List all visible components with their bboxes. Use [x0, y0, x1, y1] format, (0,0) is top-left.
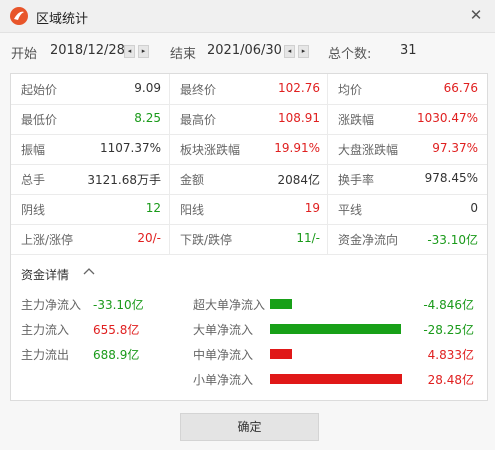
stat-cell: 资金净流向 -33.10亿	[327, 224, 486, 254]
stat-cell: 最终价 102.76	[169, 74, 328, 104]
order-flow-label: 小单净流入	[193, 373, 254, 387]
stat-cell: 振幅 1107.37%	[11, 134, 169, 164]
stat-label: 换手率	[338, 173, 375, 187]
stat-cell: 上涨/涨停 20/-	[11, 224, 169, 254]
start-next-arrow-icon[interactable]: ▸	[138, 45, 149, 58]
order-flow-value: -28.25亿	[423, 323, 474, 337]
stat-value: 20/-	[137, 231, 161, 245]
main-flow-value: -33.10亿	[93, 298, 144, 312]
main-flow-value: 688.9亿	[93, 348, 140, 362]
app-logo-icon	[10, 7, 28, 25]
stat-value: -33.10亿	[427, 233, 478, 247]
stat-value: 102.76	[278, 81, 320, 95]
stats-row: 起始价 9.09 最终价 102.76 均价 66.76	[11, 74, 487, 105]
stat-value: 8.25	[134, 111, 161, 125]
stat-cell: 涨跌幅 1030.47%	[327, 104, 486, 134]
stat-cell: 板块涨跌幅 19.91%	[169, 134, 328, 164]
stat-value: 1107.37%	[99, 141, 161, 155]
stat-label: 平线	[338, 203, 363, 217]
title-bar: 区域统计 ✕	[0, 0, 495, 33]
stat-value: 66.76	[443, 81, 478, 95]
stat-value: 19	[304, 201, 320, 215]
stat-cell: 均价 66.76	[327, 74, 486, 104]
stat-cell: 大盘涨跌幅 97.37%	[327, 134, 486, 164]
stat-label: 下跌/跌停	[180, 233, 233, 247]
stats-row: 最低价 8.25 最高价 108.91 涨跌幅 1030.47%	[11, 104, 487, 135]
count-label: 总个数:	[328, 47, 372, 62]
fund-details-title: 资金详情	[21, 268, 70, 282]
stat-cell: 最低价 8.25	[11, 104, 169, 134]
stat-label: 最低价	[21, 113, 58, 127]
stat-label: 阳线	[180, 203, 205, 217]
stat-cell: 起始价 9.09	[11, 74, 169, 104]
stat-value: 108.91	[278, 111, 320, 125]
order-flow-bar	[270, 349, 292, 359]
stat-value: 2084亿	[277, 173, 320, 187]
close-icon[interactable]: ✕	[465, 4, 487, 26]
stat-cell: 阴线 12	[11, 194, 169, 224]
start-prev-arrow-icon[interactable]: ◂	[124, 45, 135, 58]
stats-panel: 起始价 9.09 最终价 102.76 均价 66.76 最低价 8.25 最高价 108.91 涨…	[10, 73, 488, 401]
stat-cell: 最高价 108.91	[169, 104, 328, 134]
main-flow-label: 主力流出	[21, 348, 70, 362]
stat-value: 3121.68万手	[87, 173, 161, 187]
stat-value: 1030.47%	[416, 111, 478, 125]
window-title: 区域统计	[36, 12, 89, 27]
order-flow-bar	[270, 324, 401, 334]
stat-cell: 金额 2084亿	[169, 164, 328, 194]
chevron-up-icon[interactable]	[81, 264, 97, 280]
stat-label: 上涨/涨停	[21, 233, 74, 247]
stat-label: 总手	[21, 173, 46, 187]
main-flow-label: 主力流入	[21, 323, 70, 337]
stats-row: 上涨/涨停 20/- 下跌/跌停 11/- 资金净流向 -33.10亿	[11, 224, 487, 255]
stat-cell: 换手率 978.45%	[327, 164, 486, 194]
end-date-value[interactable]: 2021/06/30	[207, 43, 282, 58]
stat-cell: 下跌/跌停 11/-	[169, 224, 328, 254]
end-next-arrow-icon[interactable]: ▸	[298, 45, 309, 58]
stat-label: 大盘涨跌幅	[338, 143, 399, 157]
order-flow-label: 超大单净流入	[193, 298, 266, 312]
order-flow-bar	[270, 299, 292, 309]
stat-label: 资金净流向	[338, 233, 399, 247]
stat-label: 金额	[180, 173, 205, 187]
stat-cell: 平线 0	[327, 194, 486, 224]
stat-value: 11/-	[296, 231, 320, 245]
stat-value: 12	[145, 201, 161, 215]
stat-label: 阴线	[21, 203, 46, 217]
date-range-bar: 开始 2018/12/28 ◂ ▸ 结束 2021/06/30 ◂ ▸ 总个数:…	[0, 40, 495, 62]
stats-row: 振幅 1107.37% 板块涨跌幅 19.91% 大盘涨跌幅 97.37%	[11, 134, 487, 165]
start-label: 开始	[11, 47, 38, 62]
ok-button[interactable]: 确定	[180, 413, 319, 441]
stat-label: 最终价	[180, 83, 217, 97]
stat-value: 19.91%	[274, 141, 320, 155]
end-label: 结束	[170, 47, 197, 62]
start-date-value[interactable]: 2018/12/28	[50, 43, 125, 58]
order-flow-value: -4.846亿	[423, 298, 474, 312]
order-flow-bar	[270, 374, 402, 384]
count-value: 31	[400, 43, 417, 58]
stats-row: 阴线 12 阳线 19 平线 0	[11, 194, 487, 225]
order-flow-label: 大单净流入	[193, 323, 254, 337]
stat-label: 涨跌幅	[338, 113, 375, 127]
stats-row: 总手 3121.68万手 金额 2084亿 换手率 978.45%	[11, 164, 487, 195]
stat-label: 振幅	[21, 143, 46, 157]
stat-label: 起始价	[21, 83, 58, 97]
stat-value: 0	[470, 201, 478, 215]
stat-cell: 总手 3121.68万手	[11, 164, 169, 194]
end-prev-arrow-icon[interactable]: ◂	[284, 45, 295, 58]
stat-value: 978.45%	[424, 171, 478, 185]
order-flow-label: 中单净流入	[193, 348, 254, 362]
stat-value: 9.09	[134, 81, 161, 95]
main-flow-label: 主力净流入	[21, 298, 82, 312]
stat-cell: 阳线 19	[169, 194, 328, 224]
main-flow-value: 655.8亿	[93, 323, 140, 337]
order-flow-value: 28.48亿	[427, 373, 474, 387]
order-flow-value: 4.833亿	[427, 348, 474, 362]
stat-label: 板块涨跌幅	[180, 143, 241, 157]
stat-value: 97.37%	[432, 141, 478, 155]
stat-label: 最高价	[180, 113, 217, 127]
stat-label: 均价	[338, 83, 363, 97]
